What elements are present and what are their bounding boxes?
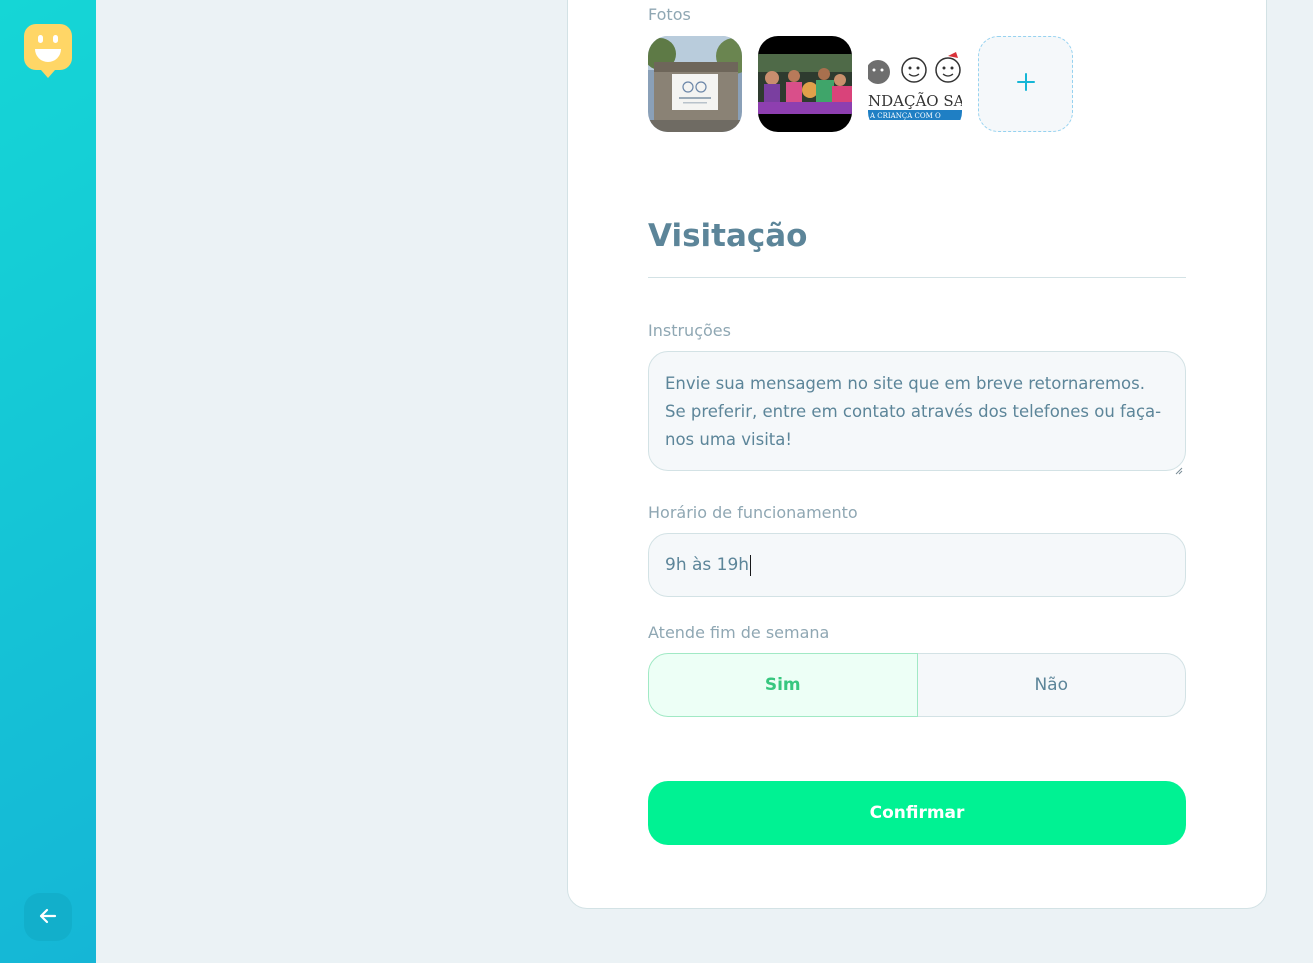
foundation-tagline-text: A CRIANÇA COM O <box>869 112 941 120</box>
sidebar <box>0 0 96 963</box>
add-photo-button[interactable] <box>978 36 1073 132</box>
photo-thumbnail-3[interactable]: NDAÇÃO SA A CRIANÇA COM O <box>868 36 962 132</box>
photo-gallery: NDAÇÃO SA A CRIANÇA COM O <box>648 36 1073 132</box>
foundation-name-text: NDAÇÃO SA <box>868 92 962 110</box>
section-divider <box>648 277 1186 278</box>
text-caret <box>750 554 752 576</box>
orphanage-building-photo <box>648 36 742 132</box>
opening-hours-input[interactable]: 9h às 19h <box>648 533 1186 597</box>
photos-label: Fotos <box>648 5 691 24</box>
open-on-weekends-toggle: Sim Não <box>648 653 1186 717</box>
back-button[interactable] <box>24 893 72 941</box>
instructions-label: Instruções <box>648 321 731 340</box>
children-group-photo <box>758 36 852 132</box>
open-on-weekends-label: Atende fim de semana <box>648 623 830 642</box>
visitation-section-title: Visitação <box>648 218 808 254</box>
textarea-resize-handle[interactable] <box>1175 460 1183 479</box>
instructions-textarea[interactable]: Envie sua mensagem no site que em breve … <box>648 351 1186 471</box>
photo-thumbnail-1[interactable] <box>648 36 742 132</box>
plus-icon <box>1016 73 1035 95</box>
create-orphanage-form: Fotos NDAÇÃO SA A CRIANÇA COM O Visitaçã… <box>567 0 1267 909</box>
confirm-button[interactable]: Confirmar <box>648 781 1186 845</box>
arrow-left-icon <box>38 906 58 929</box>
weekends-yes-button[interactable]: Sim <box>648 653 918 717</box>
happy-map-marker-icon <box>24 24 72 78</box>
opening-hours-value: 9h às 19h <box>665 555 750 575</box>
photo-thumbnail-2[interactable] <box>758 36 852 132</box>
foundation-logo-photo: NDAÇÃO SA A CRIANÇA COM O <box>868 36 962 132</box>
weekends-no-button[interactable]: Não <box>917 653 1186 717</box>
opening-hours-label: Horário de funcionamento <box>648 503 858 522</box>
